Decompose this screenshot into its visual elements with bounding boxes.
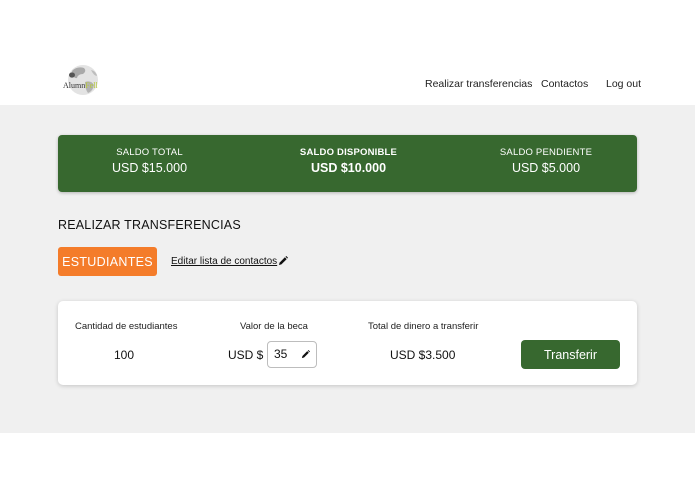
balance-total-label: SALDO TOTAL — [116, 147, 183, 158]
nav-link-logout[interactable]: Log out — [606, 78, 641, 90]
scholarship-input[interactable] — [274, 346, 296, 362]
brand-name: AlumnFell — [63, 81, 98, 90]
edit-contacts-link[interactable]: Editar lista de contactos — [171, 256, 277, 267]
scholarship-input-box[interactable] — [267, 341, 317, 368]
balance-pending: SALDO PENDIENTE USD $5.000 — [455, 135, 637, 192]
top-navbar: AlumnFell Realizar transferencias Contac… — [0, 0, 695, 105]
balance-available-label: SALDO DISPONIBLE — [299, 147, 398, 158]
student-count-label: Cantidad de estudiantes — [75, 321, 178, 332]
tab-students[interactable]: ESTUDIANTES — [58, 247, 157, 276]
balance-available: SALDO DISPONIBLE USD $10.000 — [255, 135, 442, 192]
total-transfer-value: USD $3.500 — [390, 348, 456, 362]
balance-pending-value: USD $5.000 — [511, 161, 581, 175]
balance-summary: SALDO TOTAL USD $15.000 SALDO DISPONIBLE… — [58, 135, 637, 192]
main-content: SALDO TOTAL USD $15.000 SALDO DISPONIBLE… — [0, 105, 695, 433]
balance-total-value: USD $15.000 — [111, 161, 188, 175]
transfer-button[interactable]: Transferir — [521, 340, 620, 369]
balance-total: SALDO TOTAL USD $15.000 — [58, 135, 241, 192]
section-title: REALIZAR TRANSFERENCIAS — [58, 218, 241, 232]
nav-link-transfers[interactable]: Realizar transferencias — [425, 78, 532, 90]
balance-available-value: USD $10.000 — [310, 161, 387, 175]
transfer-card: Cantidad de estudiantes 100 Valor de la … — [58, 301, 637, 385]
balance-pending-label: SALDO PENDIENTE — [499, 147, 593, 158]
scholarship-label: Valor de la beca — [240, 321, 308, 332]
pencil-icon[interactable] — [301, 350, 310, 359]
nav-link-contacts[interactable]: Contactos — [541, 78, 588, 90]
student-count-value: 100 — [114, 348, 135, 362]
currency-prefix: USD $ — [228, 348, 264, 362]
page-footer — [0, 433, 695, 494]
pencil-icon[interactable] — [278, 256, 288, 266]
brand-logo[interactable]: AlumnFell — [60, 62, 106, 104]
total-transfer-label: Total de dinero a transferir — [368, 321, 479, 332]
